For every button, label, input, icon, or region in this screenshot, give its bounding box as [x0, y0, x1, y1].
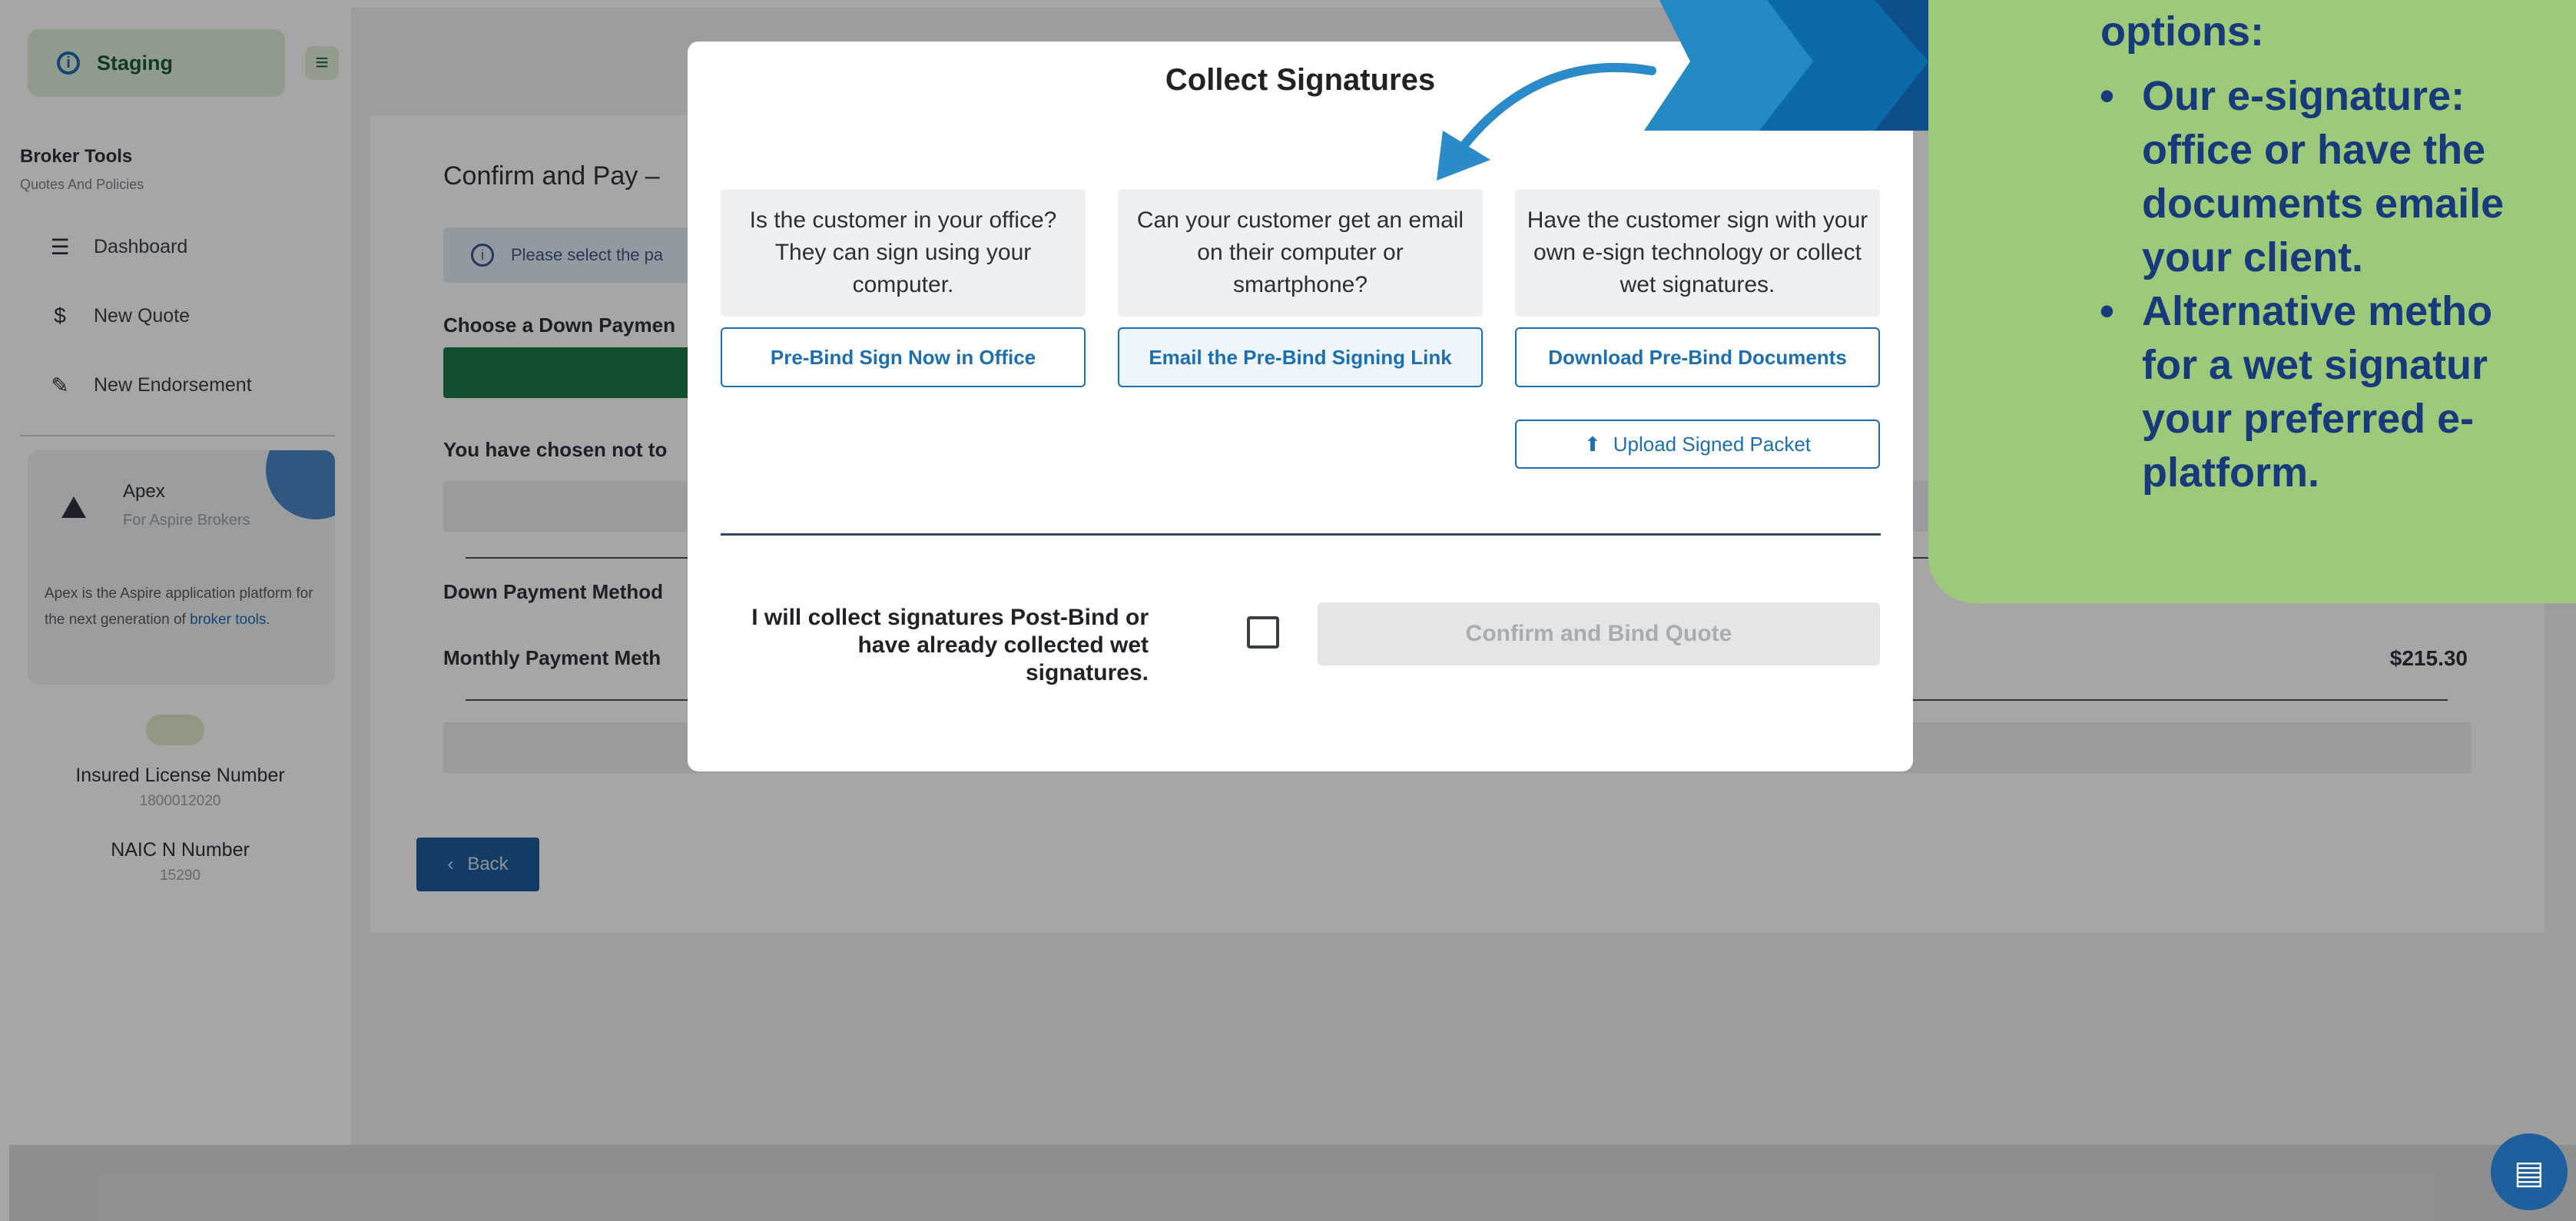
modal-divider — [721, 533, 1881, 536]
bullet-dot-icon: • — [2100, 288, 2114, 334]
option-description-email: Can your customer get an email on their … — [1118, 189, 1483, 317]
callout-line: documents emaile — [2142, 181, 2505, 227]
download-documents-button[interactable]: Download Pre-Bind Documents — [1515, 327, 1880, 387]
upload-icon: ⬆ — [1583, 432, 1601, 456]
pointer-arrow — [1437, 62, 1656, 181]
collect-signatures-modal: Collect Signatures Is the customer in yo… — [688, 41, 1994, 771]
email-signing-link-button[interactable]: Email the Pre-Bind Signing Link — [1118, 327, 1483, 387]
callout-line: office or have the — [2142, 127, 2486, 173]
bullet-dot-icon: • — [2100, 73, 2114, 119]
callout-line: for a wet signatur — [2142, 342, 2488, 388]
post-bind-checkbox[interactable] — [1247, 616, 1279, 649]
callout-line: Alternative metho — [2142, 288, 2493, 334]
post-bind-label: I will collect signatures Post-Bind or h… — [749, 604, 1149, 687]
arrow-head — [1437, 131, 1490, 181]
callout-line: your client. — [2142, 234, 2364, 280]
callout-line: Our e-signature: — [2142, 73, 2465, 119]
chat-icon: ▤ — [2514, 1153, 2545, 1190]
post-bind-line-2: have already collected wet signatures. — [857, 632, 1149, 685]
callout-line: your preferred e- — [2142, 396, 2475, 442]
callout-bullet-2: • Alternative metho for a wet signatur y… — [2100, 284, 2504, 499]
callout-line: platform. — [2142, 450, 2320, 496]
sign-now-in-office-button[interactable]: Pre-Bind Sign Now in Office — [721, 327, 1086, 387]
option-description-office: Is the customer in your office? They can… — [721, 189, 1086, 317]
upload-label: Upload Signed Packet — [1613, 432, 1812, 456]
post-bind-line-1: I will collect signatures Post-Bind or — [751, 605, 1149, 630]
callout-bullets: • Our e-signature: office or have the do… — [2100, 69, 2505, 499]
arrow-curve — [1447, 62, 1656, 166]
chat-button[interactable]: ▤ — [2491, 1133, 2568, 1210]
confirm-and-bind-button[interactable]: Confirm and Bind Quote — [1318, 602, 1880, 665]
callout-bullet-1: • Our e-signature: office or have the do… — [2100, 69, 2505, 284]
instruction-callout: options: • Our e-signature: office or ha… — [1928, 0, 2576, 603]
option-description-own-esign: Have the customer sign with your own e-s… — [1515, 189, 1880, 317]
upload-signed-packet-button[interactable]: ⬆ Upload Signed Packet — [1515, 420, 1880, 469]
callout-heading: options: — [2100, 8, 2264, 55]
